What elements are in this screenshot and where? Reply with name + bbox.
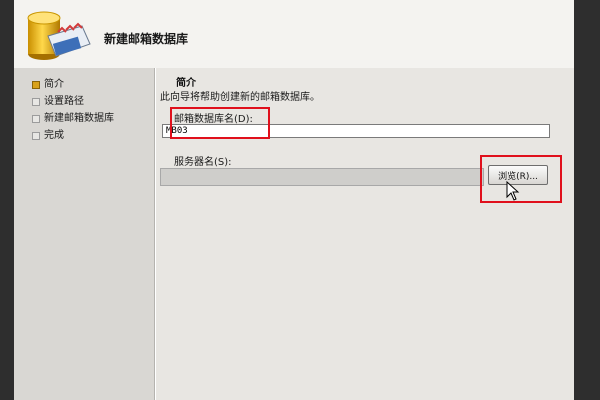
database-mailbox-icon [27, 11, 91, 60]
wizard-title: 新建邮箱数据库 [104, 32, 189, 46]
step-marker [32, 115, 40, 123]
step-current-marker [32, 81, 40, 89]
server-name-label: 服务器名(S): [174, 157, 232, 168]
highlight-db-name [170, 107, 270, 139]
step-marker [32, 132, 40, 140]
wizard-steps-pane: 简介 设置路径 新建邮箱数据库 完成 [14, 68, 154, 400]
step-intro-label: 简介 [44, 79, 64, 90]
mouse-cursor-icon [506, 181, 520, 201]
section-title: 简介 [176, 78, 196, 89]
highlight-browse [480, 155, 562, 203]
wizard-content: 简介 此向导将帮助创建新的邮箱数据库。 邮箱数据库名(D): 服务器名(S): … [156, 68, 574, 400]
step-marker [32, 98, 40, 106]
step-set-path-label: 设置路径 [44, 96, 84, 107]
wizard-description: 此向导将帮助创建新的邮箱数据库。 [160, 92, 320, 103]
step-new-database-label: 新建邮箱数据库 [44, 113, 114, 124]
server-name-input[interactable] [160, 168, 484, 186]
wizard-window: 新建邮箱数据库 简介 设置路径 新建邮箱数据库 完成 简介 此向导将帮助创建新的… [14, 0, 574, 400]
wizard-header: 新建邮箱数据库 [14, 0, 574, 68]
step-finish-label: 完成 [44, 130, 64, 141]
